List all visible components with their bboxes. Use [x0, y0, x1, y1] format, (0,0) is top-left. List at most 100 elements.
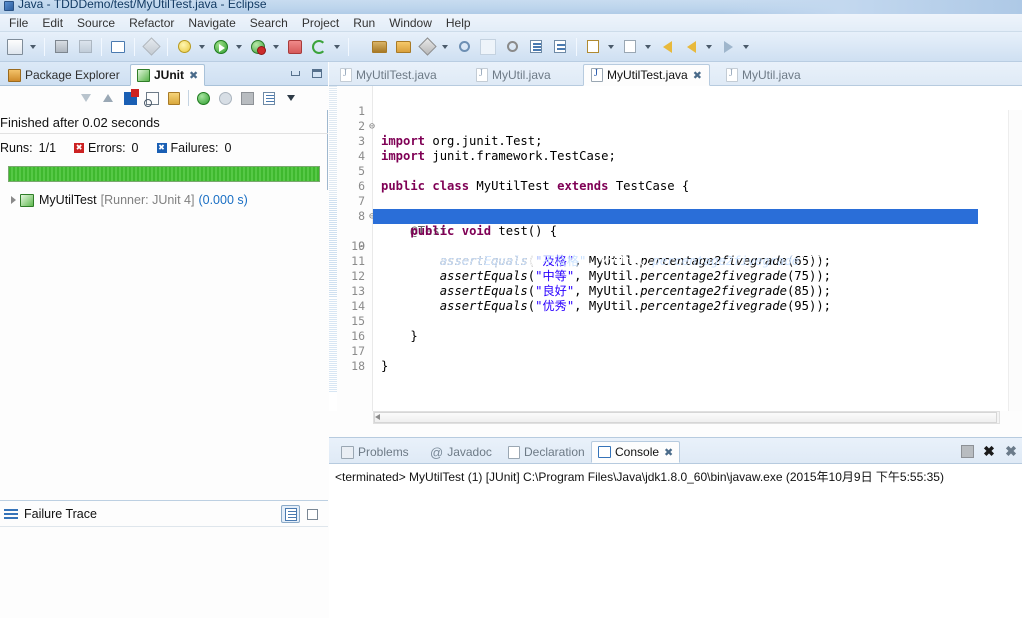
previous-annotation-dropdown-arrow[interactable] [642, 36, 653, 58]
tab-problems[interactable]: Problems [335, 441, 415, 463]
close-icon[interactable]: ✖ [189, 69, 198, 82]
rerun-test-icon[interactable] [193, 88, 213, 108]
menu-search[interactable]: Search [243, 14, 295, 32]
stop-icon[interactable] [237, 88, 257, 108]
open-type-icon[interactable] [525, 36, 547, 58]
save-icon[interactable] [50, 36, 72, 58]
editor-tab-2[interactable]: MyUtil.java [469, 64, 558, 86]
test-run-history-icon[interactable] [259, 88, 279, 108]
ignore-skipped-icon[interactable] [142, 88, 162, 108]
next-failure-icon[interactable] [76, 88, 96, 108]
code-line[interactable]: 7 ⊖ @Test [329, 179, 1022, 238]
menu-file[interactable]: File [2, 14, 35, 32]
refresh-icon[interactable] [308, 36, 330, 58]
scroll-lock-icon[interactable] [164, 88, 184, 108]
maximize-view-button[interactable] [309, 66, 324, 80]
tab-javadoc[interactable]: @ Javadoc [424, 441, 498, 463]
open-task-icon[interactable] [549, 36, 571, 58]
code-line[interactable]: 17 } [329, 329, 1022, 373]
code-line[interactable]: 14 [329, 284, 1022, 313]
next-annotation-icon[interactable] [582, 36, 604, 58]
terminate-icon[interactable]: ✖ [980, 442, 998, 460]
editor-horizontal-scrollbar[interactable] [373, 411, 1000, 424]
scroll-left-arrow-icon[interactable] [375, 414, 380, 420]
new-class-icon[interactable] [416, 36, 438, 58]
coverage-icon[interactable] [247, 36, 269, 58]
code-line[interactable]: 4 [329, 134, 1022, 163]
menu-refactor[interactable]: Refactor [122, 14, 181, 32]
close-icon[interactable]: ✖ [693, 69, 702, 82]
tab-package-explorer[interactable]: Package Explorer [2, 64, 126, 86]
forward-dropdown-arrow[interactable] [740, 36, 751, 58]
next-annotation-dropdown-arrow[interactable] [605, 36, 616, 58]
code-line[interactable]: 16 [329, 314, 1022, 343]
save-all-icon[interactable] [74, 36, 96, 58]
code-line[interactable]: 13 assertEquals("优秀", MyUtil.percentage2… [329, 269, 1022, 313]
run-dropdown-arrow[interactable] [233, 36, 244, 58]
new-package-icon[interactable] [392, 36, 414, 58]
view-menu-icon[interactable] [281, 88, 301, 108]
code-line[interactable]: 18 [329, 344, 1022, 373]
code-line[interactable]: 11 assertEquals("中等", MyUtil.percentage2… [329, 239, 1022, 283]
code-line[interactable]: 8 public void test() { [329, 194, 1022, 238]
debug-icon[interactable] [173, 36, 195, 58]
menu-edit[interactable]: Edit [35, 14, 70, 32]
refresh-dropdown-arrow[interactable] [331, 36, 342, 58]
remove-launch-icon[interactable]: ✖ [1002, 442, 1020, 460]
tab-junit[interactable]: JUnit ✖ [130, 64, 206, 86]
coverage-dropdown-arrow[interactable] [270, 36, 281, 58]
code-line[interactable]: 3 import junit.framework.TestCase; [329, 119, 1022, 163]
code-line[interactable]: 15 } [329, 299, 1022, 343]
tree-item-test-class[interactable]: MyUtilTest [Runner: JUnit 4] (0.000 s) [0, 190, 328, 210]
debug-dropdown-arrow[interactable] [196, 36, 207, 58]
show-failures-only-icon[interactable] [120, 88, 140, 108]
link-editor-icon[interactable] [501, 36, 523, 58]
minimize-view-button[interactable] [288, 66, 303, 80]
new-dropdown-arrow[interactable] [27, 36, 38, 58]
code-line[interactable]: 5 public class MyUtilTest extends TestCa… [329, 149, 1022, 193]
menu-project[interactable]: Project [295, 14, 346, 32]
forward-nav-icon[interactable] [717, 36, 739, 58]
close-icon[interactable]: ✖ [664, 446, 673, 459]
rerun-failed-tests-icon[interactable] [215, 88, 235, 108]
editor-tab-3-active[interactable]: MyUtilTest.java ✖ [583, 64, 710, 86]
minimize-view-icon[interactable] [303, 88, 323, 108]
print-icon[interactable] [107, 36, 129, 58]
back-icon[interactable] [656, 36, 678, 58]
editor-overview-ruler[interactable] [1008, 110, 1022, 411]
menu-source[interactable]: Source [70, 14, 122, 32]
forward-icon[interactable] [680, 36, 702, 58]
previous-annotation-icon[interactable] [619, 36, 641, 58]
junit-test-tree[interactable]: MyUtilTest [Runner: JUnit 4] (0.000 s) [0, 190, 328, 500]
menu-window[interactable]: Window [382, 14, 439, 32]
code-line-selected[interactable]: 9 assertEquals("不及格", MyUtil.percentage2… [329, 209, 1022, 268]
search-icon[interactable] [453, 36, 475, 58]
clear-console-icon[interactable] [958, 442, 976, 460]
new-java-project-icon[interactable] [368, 36, 390, 58]
new-wizard-icon[interactable] [4, 36, 26, 58]
quick-access-icon[interactable] [477, 36, 499, 58]
back-dropdown-arrow[interactable] [703, 36, 714, 58]
new-class-dropdown-arrow[interactable] [439, 36, 450, 58]
editor-tab-4[interactable]: MyUtil.java [719, 64, 808, 86]
scrollbar-thumb[interactable] [374, 412, 997, 423]
menu-run[interactable]: Run [346, 14, 382, 32]
menu-navigate[interactable]: Navigate [181, 14, 242, 32]
compare-result-icon[interactable] [281, 505, 300, 523]
failure-trace-body[interactable] [0, 526, 328, 618]
previous-failure-icon[interactable] [98, 88, 118, 108]
code-line[interactable]: 2 [329, 104, 1022, 133]
code-line[interactable]: 1 ⊖ import org.junit.Test; [329, 89, 1022, 148]
toggle-mark-occurrences-icon[interactable] [140, 36, 162, 58]
run-icon[interactable] [210, 36, 232, 58]
code-line[interactable]: 6 [329, 164, 1022, 193]
chevron-right-icon[interactable] [6, 196, 20, 204]
copy-trace-icon[interactable] [303, 505, 322, 523]
tab-declaration[interactable]: Declaration [502, 441, 591, 463]
menu-help[interactable]: Help [439, 14, 478, 32]
code-line[interactable]: 10 assertEquals("及格", MyUtil.percentage2… [329, 224, 1022, 268]
external-tools-icon[interactable] [284, 36, 306, 58]
console-output[interactable]: <terminated> MyUtilTest (1) [JUnit] C:\P… [329, 464, 1022, 618]
code-editor[interactable]: 1 ⊖ import org.junit.Test; 2 3 import ju… [329, 86, 1022, 411]
editor-tab-1[interactable]: MyUtilTest.java [333, 64, 444, 86]
